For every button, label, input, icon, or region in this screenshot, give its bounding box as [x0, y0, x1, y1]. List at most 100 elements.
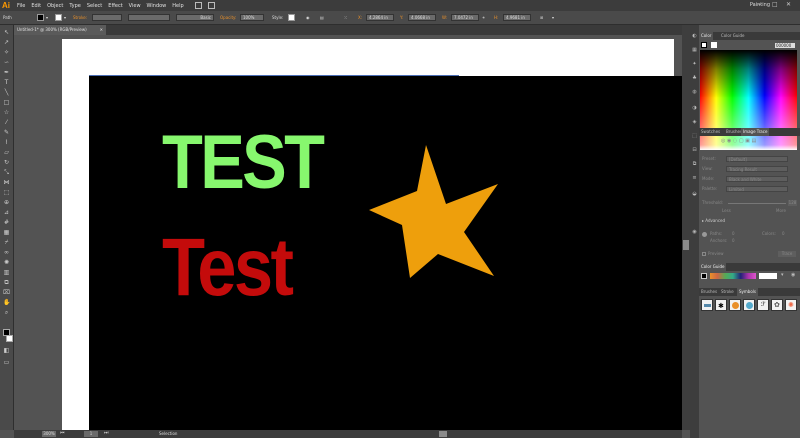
star-tool-icon[interactable]: ☆ — [3, 109, 10, 116]
vertical-scrollbar[interactable] — [682, 25, 690, 430]
perspective-grid-tool-icon[interactable]: ⊿ — [3, 209, 10, 216]
symbols-panel-icon[interactable]: ♣ — [691, 75, 698, 82]
chevron-down-icon[interactable]: ▾ — [46, 14, 48, 21]
rotate-tool-icon[interactable]: ↻ — [3, 159, 10, 166]
blob-brush-tool-icon[interactable]: ⌇ — [3, 139, 10, 146]
tab-color[interactable]: Color — [699, 32, 714, 40]
artboard-navigation-first-icon[interactable]: ⏮ — [60, 430, 65, 436]
opacity-label[interactable]: Opacity: — [220, 14, 236, 21]
pencil-tool-icon[interactable]: ✎ — [3, 129, 10, 136]
drawing-mode-icon[interactable]: ◧ — [3, 347, 10, 354]
symbol-swatch-1[interactable] — [701, 299, 713, 311]
close-icon[interactable]: ✕ — [786, 1, 791, 8]
variable-width-profile[interactable] — [128, 14, 170, 21]
column-graph-tool-icon[interactable]: ▥ — [3, 269, 10, 276]
document-tab[interactable]: Untitled-1* @ 300% (RGB/Preview) ✕ — [14, 25, 106, 35]
free-transform-tool-icon[interactable]: ⬚ — [3, 189, 10, 196]
tab-symbols[interactable]: Symbols — [737, 288, 758, 296]
symbol-swatch-3[interactable] — [729, 299, 741, 311]
trace-button[interactable]: Trace — [778, 251, 796, 257]
text-object-test-upper[interactable]: TEST — [162, 125, 325, 201]
menu-object[interactable]: Object — [44, 3, 66, 9]
hex-value-field[interactable]: 000000 — [775, 43, 795, 48]
advanced-row[interactable]: ▸ Advanced — [702, 218, 798, 224]
threshold-value[interactable]: 128 — [788, 200, 797, 206]
symbol-sprayer-tool-icon[interactable]: ✺ — [3, 259, 10, 266]
horizontal-scroll-thumb[interactable] — [439, 431, 447, 437]
fill-stroke-mini-icon[interactable] — [701, 42, 707, 48]
artboard-navigation-last-icon[interactable]: ⏭ — [104, 430, 109, 436]
stroke-color-swatch[interactable] — [6, 335, 13, 342]
symbol-swatch-6[interactable]: ✿ — [771, 299, 783, 311]
line-tool-icon[interactable]: ╲ — [3, 89, 10, 96]
graphic-styles-icon[interactable]: ◍ — [691, 89, 698, 96]
gradient-tool-icon[interactable]: ▦ — [3, 229, 10, 236]
transform-panel-icon[interactable]: ⬚ — [691, 133, 698, 140]
text-object-test-lower[interactable]: Test — [162, 227, 294, 309]
palette-dropdown[interactable]: Limited — [726, 186, 788, 192]
status-tool-label[interactable]: Selection — [159, 431, 177, 437]
swatch-lib-white[interactable] — [759, 273, 777, 279]
menu-select[interactable]: Select — [84, 3, 105, 9]
zoom-tool-icon[interactable]: ⌕ — [3, 309, 10, 316]
image-trace-panel-icon[interactable]: ◉ — [691, 229, 698, 236]
transparency-panel-icon[interactable]: ◒ — [691, 191, 698, 198]
stroke-panel-icon[interactable]: ≡ — [691, 175, 698, 182]
mode-dropdown[interactable]: Black and White — [726, 176, 788, 182]
arrange-documents-icon[interactable] — [207, 2, 215, 9]
magic-wand-tool-icon[interactable]: ✧ — [3, 49, 10, 56]
swatch-lib-current[interactable] — [701, 273, 707, 279]
symbol-swatch-7[interactable]: ✺ — [785, 299, 797, 311]
fill-swatch[interactable] — [37, 14, 44, 21]
swatch-lib-options-icon[interactable]: ◉ — [791, 272, 795, 278]
screen-mode-icon[interactable]: ▭ — [3, 359, 10, 366]
direct-selection-tool-icon[interactable]: ↗ — [3, 39, 10, 46]
symbol-swatch-5[interactable]: ℱ — [757, 299, 769, 311]
y-field[interactable]: 4.0668 in — [408, 14, 436, 21]
lasso-tool-icon[interactable]: ∽ — [3, 59, 10, 66]
menu-edit[interactable]: Edit — [28, 3, 44, 9]
menu-file[interactable]: File — [14, 3, 28, 9]
color-panel-icon[interactable]: ◐ — [691, 33, 698, 40]
appearance-panel-icon[interactable]: ◑ — [691, 105, 698, 112]
slice-tool-icon[interactable]: ⌧ — [3, 289, 10, 296]
menu-effect[interactable]: Effect — [105, 3, 125, 9]
zoom-level-field[interactable]: 300% — [42, 431, 56, 437]
artboard-tool-icon[interactable]: ⧉ — [3, 279, 10, 286]
opacity-field[interactable]: 100% — [240, 14, 264, 21]
bridge-icon[interactable] — [194, 2, 202, 9]
preset-dropdown[interactable]: [Default] — [726, 156, 788, 162]
tab-color-guide[interactable]: Color Guide — [719, 32, 746, 40]
link-icon[interactable]: ⚭ — [482, 14, 485, 21]
menu-type[interactable]: Type — [66, 3, 83, 9]
w-field[interactable]: 7.0472 in — [451, 14, 479, 21]
tab-color-guide-lib[interactable]: Color Guide — [699, 263, 727, 271]
menu-window[interactable]: Window — [144, 3, 170, 9]
selection-tool-icon[interactable]: ↖ — [3, 29, 10, 36]
fill-mini-swatch[interactable] — [711, 42, 717, 48]
minimize-icon[interactable]: – — [758, 1, 761, 8]
recolor-artwork-icon[interactable]: ◉ — [306, 14, 310, 21]
tab-stroke[interactable]: Stroke — [719, 288, 736, 296]
type-tool-icon[interactable]: T — [3, 79, 10, 86]
eraser-tool-icon[interactable]: ▱ — [3, 149, 10, 156]
brushes-panel-icon[interactable]: ✦ — [691, 61, 698, 68]
chevron-down-icon[interactable]: ▾ — [64, 14, 66, 21]
threshold-slider[interactable] — [728, 203, 786, 204]
reference-point-icon[interactable]: ⁙ — [344, 14, 347, 21]
paintbrush-tool-icon[interactable]: ⁄ — [3, 119, 10, 126]
artboard-number-field[interactable]: 1 — [84, 431, 98, 437]
preset-icons[interactable]: ◎ ◉ ◌ ▢ ▣ ▤ — [721, 138, 756, 144]
canvas-area[interactable]: TEST Test — [14, 35, 682, 430]
close-tab-icon[interactable]: ✕ — [100, 25, 103, 35]
menu-help[interactable]: Help — [169, 3, 186, 9]
tab-brushes-2[interactable]: Brushes — [699, 288, 719, 296]
brush-definition[interactable]: Basic — [176, 14, 214, 21]
tab-image-trace[interactable]: Image Trace — [741, 128, 770, 136]
scale-tool-icon[interactable]: ⤡ — [3, 169, 10, 176]
menu-view[interactable]: View — [126, 3, 144, 9]
mesh-tool-icon[interactable]: # — [3, 219, 10, 226]
stroke-label[interactable]: Stroke: — [73, 14, 87, 21]
blend-tool-icon[interactable]: ∞ — [3, 249, 10, 256]
graphic-style-swatch[interactable] — [288, 14, 295, 21]
